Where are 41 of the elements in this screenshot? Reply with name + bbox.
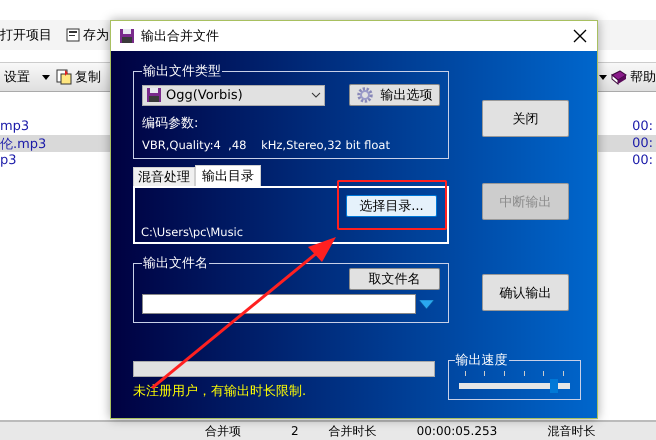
status-text: 2 [291, 424, 299, 438]
book-icon [611, 70, 627, 84]
choose-folder-button[interactable]: 选择目录... [346, 195, 437, 217]
file-name: p3 [0, 153, 17, 168]
tab[interactable]: 混音处理 [133, 167, 195, 186]
status-text: 合并时长 [328, 422, 377, 440]
get-name-button[interactable]: 取文件名 [349, 268, 440, 290]
status-text: 混音时长 [547, 422, 596, 440]
chevron-down-icon [311, 92, 321, 98]
caret-icon[interactable] [599, 74, 607, 80]
dropdown-arrow-icon[interactable] [419, 300, 434, 308]
toolbar-item[interactable]: 存为 [83, 26, 109, 44]
window-title: 输出合并文件 [141, 28, 219, 45]
time-cell-text: 00: [632, 136, 654, 151]
copy-item[interactable]: 复制 [75, 68, 101, 86]
time-cell-text: 00: [632, 153, 654, 168]
settings-item[interactable]: 设置 [4, 68, 30, 86]
params-label: 编码参数: [142, 115, 200, 132]
dialog-button[interactable]: 确认输出 [482, 274, 569, 311]
format-dropdown[interactable]: Ogg(Vorbis) [142, 84, 325, 106]
slider-thumb[interactable] [550, 379, 558, 393]
params-text: VBR,Quality:4 ,48 kHz,Stereo,32 bit float [142, 138, 391, 152]
toolbar-item[interactable]: 打开项目 [0, 26, 52, 44]
copy-icon [56, 69, 72, 85]
caret-icon[interactable] [42, 74, 50, 80]
help-item[interactable]: 帮助 [630, 68, 656, 86]
file-name: 伦.mp3 [0, 136, 46, 152]
gear-icon [356, 87, 372, 103]
tab[interactable]: 输出目录 [195, 165, 261, 186]
file-name-field[interactable] [142, 294, 416, 314]
group-label: 输出速度 [454, 352, 509, 369]
output-options-button[interactable]: 输出选项 [349, 84, 440, 106]
speed-slider[interactable] [458, 379, 570, 393]
close-icon[interactable] [573, 29, 587, 43]
status-text: 00:00:05.253 [416, 424, 498, 438]
save-as-icon [66, 28, 80, 42]
group-label: 输出文件类型 [142, 63, 222, 80]
status-text: 合并项 [205, 422, 241, 440]
group-label: 输出文件名 [142, 255, 209, 272]
folder-path: C:\Users\pc\Music [141, 225, 244, 239]
dialog-button[interactable]: 关闭 [482, 100, 569, 137]
